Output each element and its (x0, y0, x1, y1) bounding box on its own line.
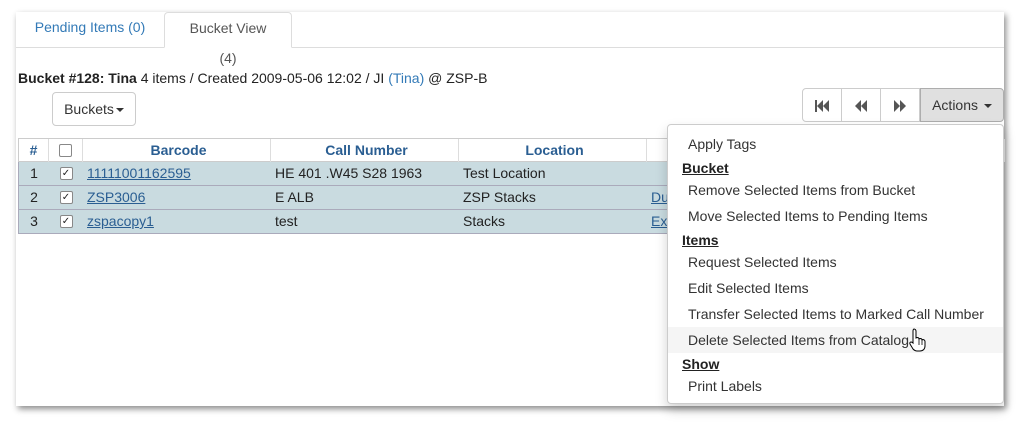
bucket-title: Bucket #128: (18, 70, 105, 86)
header-call-number[interactable]: Call Number (271, 139, 459, 162)
app-frame: Pending Items (0) Bucket View (4) Bucket… (16, 12, 1005, 406)
header-select-all[interactable] (49, 139, 83, 162)
first-page-icon (815, 100, 829, 112)
caret-down-icon (983, 104, 992, 109)
row-barcode[interactable]: zspacopy1 (83, 210, 271, 233)
bucket-location: @ ZSP-B (424, 70, 488, 86)
menu-item-request-items[interactable]: Request Selected Items (668, 249, 1003, 275)
row-index: 2 (30, 189, 38, 205)
row-select[interactable]: ✓ (49, 210, 83, 233)
row-barcode[interactable]: 11111001162595 (83, 162, 271, 185)
bucket-name: Tina (108, 70, 137, 86)
tab-pending-items[interactable]: Pending Items (0) (16, 12, 164, 47)
bucket-owner: (Tina) (388, 70, 425, 86)
fast-forward-icon (894, 100, 906, 112)
row-checkbox[interactable]: ✓ (59, 166, 73, 180)
previous-page-button[interactable] (841, 88, 881, 122)
row-select[interactable]: ✓ (49, 186, 83, 209)
bucket-meta: 4 items / Created 2009-05-06 12:02 / JI (136, 70, 389, 86)
row-location: Stacks (463, 213, 506, 229)
row-checkbox[interactable]: ✓ (59, 190, 73, 204)
row-barcode[interactable]: ZSP3006 (83, 186, 271, 209)
barcode-link[interactable]: 11111001162595 (87, 165, 191, 181)
row-call-number: E ALB (275, 189, 314, 205)
menu-header-bucket: Bucket (682, 160, 729, 176)
actions-dropdown-button[interactable]: Actions (920, 88, 1004, 122)
barcode-link[interactable]: ZSP3006 (87, 189, 145, 205)
select-all-checkbox[interactable] (59, 143, 72, 157)
row-call-number: HE 401 .W45 S28 1963 (275, 165, 423, 181)
menu-item-remove-from-bucket[interactable]: Remove Selected Items from Bucket (668, 177, 1003, 203)
actions-menu: Apply Tags Bucket Remove Selected Items … (667, 124, 1004, 404)
menu-header-show: Show (682, 356, 720, 372)
rewind-icon (855, 100, 867, 112)
bucket-info: Bucket #128: Tina 4 items / Created 2009… (18, 70, 487, 86)
row-location: Test Location (463, 165, 546, 181)
row-location: ZSP Stacks (463, 189, 536, 205)
menu-item-edit-items[interactable]: Edit Selected Items (668, 275, 1003, 301)
menu-item-transfer-items[interactable]: Transfer Selected Items to Marked Call N… (668, 301, 1003, 327)
menu-item-delete-items[interactable]: Delete Selected Items from Catalog (668, 327, 1003, 353)
actions-button-label: Actions (932, 97, 979, 113)
row-checkbox[interactable]: ✓ (59, 214, 73, 228)
header-location[interactable]: Location (459, 139, 647, 162)
menu-item-apply-tags[interactable]: Apply Tags (668, 131, 1003, 157)
extra-link[interactable]: Ex (651, 213, 667, 229)
tab-bucket-view[interactable]: Bucket View (4) (164, 12, 292, 66)
row-index: 3 (30, 213, 38, 229)
hand-pointer-icon (909, 328, 926, 352)
buckets-button-label: Buckets (64, 101, 114, 117)
first-page-button[interactable] (802, 88, 842, 122)
menu-header-items: Items (682, 232, 719, 248)
barcode-link[interactable]: zspacopy1 (87, 213, 154, 229)
menu-item-print-labels[interactable]: Print Labels (668, 373, 1003, 399)
buckets-dropdown-button[interactable]: Buckets (52, 92, 136, 126)
header-barcode[interactable]: Barcode (83, 139, 271, 162)
row-index: 1 (30, 165, 38, 181)
next-page-button[interactable] (880, 88, 920, 122)
tab-bar: Pending Items (0) Bucket View (4) (16, 12, 1004, 66)
row-select[interactable]: ✓ (49, 162, 83, 185)
menu-item-move-to-pending[interactable]: Move Selected Items to Pending Items (668, 203, 1003, 229)
header-index: # (19, 139, 49, 162)
caret-down-icon (115, 108, 124, 113)
row-call-number: test (275, 213, 298, 229)
